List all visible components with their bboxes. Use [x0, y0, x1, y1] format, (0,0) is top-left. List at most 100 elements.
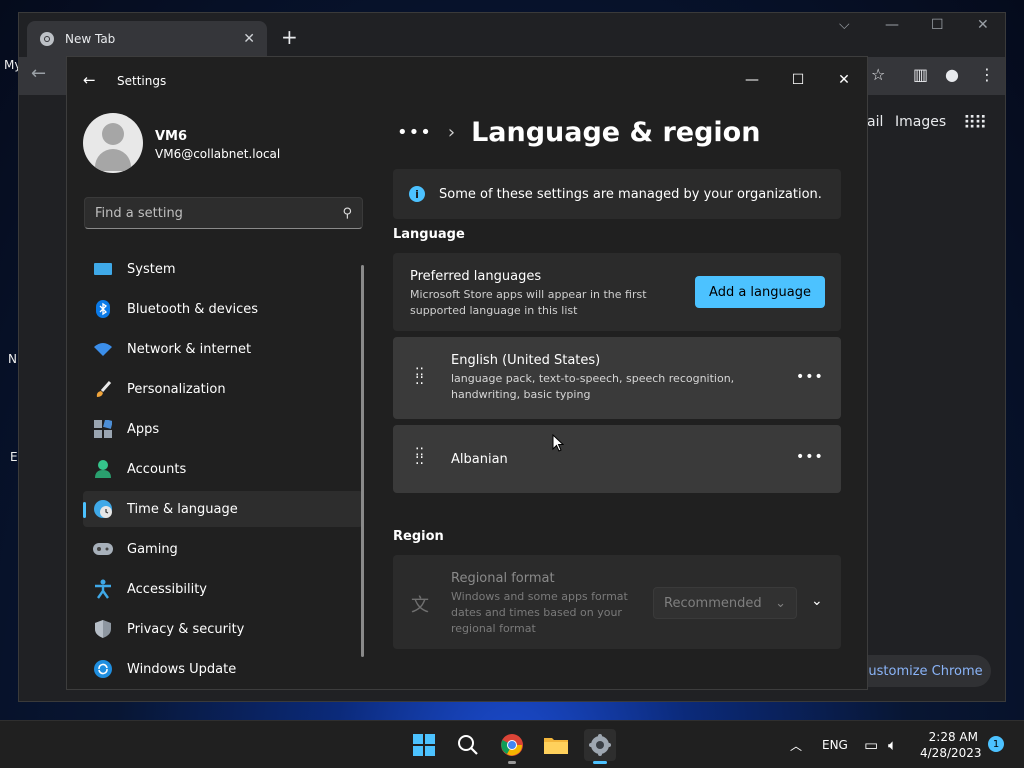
- minimize-icon[interactable]: —: [885, 17, 899, 33]
- gmail-link[interactable]: ail: [867, 114, 883, 130]
- network-icon[interactable]: ▭: [864, 721, 878, 768]
- profile-icon[interactable]: ●: [945, 65, 959, 84]
- notification-badge[interactable]: 1: [988, 736, 1004, 752]
- search-box[interactable]: ⚲: [84, 197, 363, 229]
- sidebar-item-apps[interactable]: Apps: [83, 411, 363, 447]
- folder-icon: [544, 738, 568, 754]
- sidebar-scrollbar[interactable]: [361, 265, 364, 657]
- accessibility-icon: [93, 579, 113, 599]
- chrome-tabstrip: New Tab ✕ + ⌵ — ☐ ✕: [19, 13, 1005, 57]
- more-options-icon[interactable]: •••: [796, 369, 824, 385]
- sidebar-item-label: Gaming: [127, 541, 178, 557]
- sidebar-item-label: System: [127, 261, 176, 277]
- avatar[interactable]: [83, 113, 143, 173]
- regional-format-description: Windows and some apps format dates and t…: [451, 590, 628, 635]
- maximize-icon[interactable]: ☐: [931, 17, 944, 33]
- update-icon: [93, 659, 113, 679]
- back-arrow-icon[interactable]: ←: [83, 71, 99, 89]
- images-link[interactable]: Images: [895, 114, 946, 130]
- preferred-languages-card: Preferred languages Microsoft Store apps…: [393, 253, 841, 331]
- regional-format-dropdown[interactable]: Recommended ⌄: [653, 587, 797, 619]
- volume-icon[interactable]: 🔈︎: [888, 721, 897, 768]
- chrome-logo-icon: [501, 734, 523, 756]
- breadcrumb-more-button[interactable]: •••: [397, 122, 432, 143]
- sidebar-item-label: Network & internet: [127, 341, 252, 357]
- window-title: Settings: [117, 74, 167, 88]
- close-icon[interactable]: ✕: [977, 17, 989, 33]
- drag-handle-icon[interactable]: ⁚⁚ ⁚⁚: [415, 447, 427, 467]
- page-title: Language & region: [471, 117, 761, 148]
- chrome-tab-title: New Tab: [65, 32, 116, 46]
- kebab-menu-icon[interactable]: ⋮: [979, 65, 995, 84]
- side-panel-icon[interactable]: ▥: [913, 65, 928, 84]
- preferred-languages-description: Microsoft Store apps will appear in the …: [410, 288, 647, 317]
- sidebar-item-label: Windows Update: [127, 661, 237, 677]
- wifi-icon: [93, 339, 113, 359]
- chrome-logo-icon: [40, 32, 54, 46]
- sidebar-item-accounts[interactable]: Accounts: [83, 451, 363, 487]
- taskbar-file-explorer-button[interactable]: [540, 729, 572, 761]
- start-button[interactable]: [408, 729, 440, 761]
- sidebar-item-label: Bluetooth & devices: [127, 301, 258, 317]
- preferred-languages-title: Preferred languages: [410, 269, 542, 284]
- drag-handle-icon[interactable]: ⁚⁚ ⁚⁚: [415, 367, 427, 387]
- add-language-button[interactable]: Add a language: [695, 276, 825, 308]
- profile-email: VM6@collabnet.local: [155, 147, 281, 161]
- search-icon[interactable]: ⚲: [342, 206, 352, 221]
- search-input[interactable]: [95, 205, 343, 221]
- sidebar-item-accessibility[interactable]: Accessibility: [83, 571, 363, 607]
- shield-icon: [93, 619, 113, 639]
- gamepad-icon: [93, 539, 113, 559]
- clock-time: 2:28 AM: [928, 730, 978, 744]
- more-options-icon[interactable]: •••: [796, 449, 824, 465]
- clock[interactable]: 2:28 AM 4/28/2023: [920, 729, 982, 761]
- brush-icon: [93, 379, 113, 399]
- minimize-icon[interactable]: —: [737, 65, 767, 95]
- sidebar-item-windows-update[interactable]: Windows Update: [83, 651, 363, 687]
- customize-chrome-button[interactable]: Customize Chrome: [851, 655, 991, 687]
- back-arrow-icon[interactable]: ←: [31, 63, 46, 84]
- taskbar: ︿ ENG ▭ 🔈︎ 2:28 AM 4/28/2023: [0, 720, 1024, 768]
- language-name: English (United States): [451, 353, 601, 368]
- language-row-albanian[interactable]: ⁚⁚ ⁚⁚ Albanian •••: [393, 425, 841, 493]
- expand-chevron-icon[interactable]: ⌄: [811, 593, 823, 609]
- close-tab-icon[interactable]: ✕: [243, 31, 255, 47]
- chevron-up-icon[interactable]: ︿: [790, 721, 802, 768]
- language-section-heading: Language: [393, 227, 465, 242]
- google-apps-icon[interactable]: ⠿⠿: [963, 113, 987, 134]
- sidebar-item-personalization[interactable]: Personalization: [83, 371, 363, 407]
- language-name: Albanian: [451, 452, 508, 467]
- close-icon[interactable]: ✕: [829, 65, 859, 95]
- sidebar-item-time-language[interactable]: Time & language: [83, 491, 363, 527]
- sidebar-item-gaming[interactable]: Gaming: [83, 531, 363, 567]
- taskbar-search-button[interactable]: [452, 729, 484, 761]
- sidebar-item-label: Time & language: [127, 501, 238, 517]
- chevron-down-icon: ⌄: [775, 595, 786, 611]
- regional-format-card: 文 Regional format Windows and some apps …: [393, 555, 841, 649]
- sidebar-item-label: Accounts: [127, 461, 187, 477]
- main-content: ••• › Language & region i Some of these …: [393, 105, 843, 689]
- search-icon: [458, 735, 478, 755]
- sidebar-item-system[interactable]: System: [83, 251, 363, 287]
- monitor-icon: [93, 259, 113, 279]
- breadcrumb: ••• › Language & region: [397, 117, 760, 148]
- language-row-english[interactable]: ⁚⁚ ⁚⁚ English (United States) language pa…: [393, 337, 841, 419]
- language-indicator[interactable]: ENG: [822, 721, 848, 768]
- sidebar-item-network[interactable]: Network & internet: [83, 331, 363, 367]
- clock-globe-icon: [93, 499, 113, 519]
- info-icon: i: [409, 186, 425, 202]
- apps-icon: [93, 419, 113, 439]
- sidebar-item-bluetooth[interactable]: Bluetooth & devices: [83, 291, 363, 327]
- regional-format-icon: 文: [411, 595, 429, 616]
- maximize-icon[interactable]: ☐: [783, 65, 813, 95]
- region-section-heading: Region: [393, 529, 444, 544]
- taskbar-settings-button[interactable]: [584, 729, 616, 764]
- star-icon[interactable]: ☆: [871, 65, 885, 84]
- sidebar-item-privacy[interactable]: Privacy & security: [83, 611, 363, 647]
- taskbar-chrome-button[interactable]: [496, 729, 528, 764]
- chrome-tab[interactable]: New Tab ✕: [27, 21, 267, 57]
- new-tab-button[interactable]: +: [281, 25, 298, 49]
- mouse-cursor-icon: [552, 434, 564, 452]
- sidebar-item-label: Personalization: [127, 381, 226, 397]
- chevron-down-icon[interactable]: ⌵: [839, 17, 850, 33]
